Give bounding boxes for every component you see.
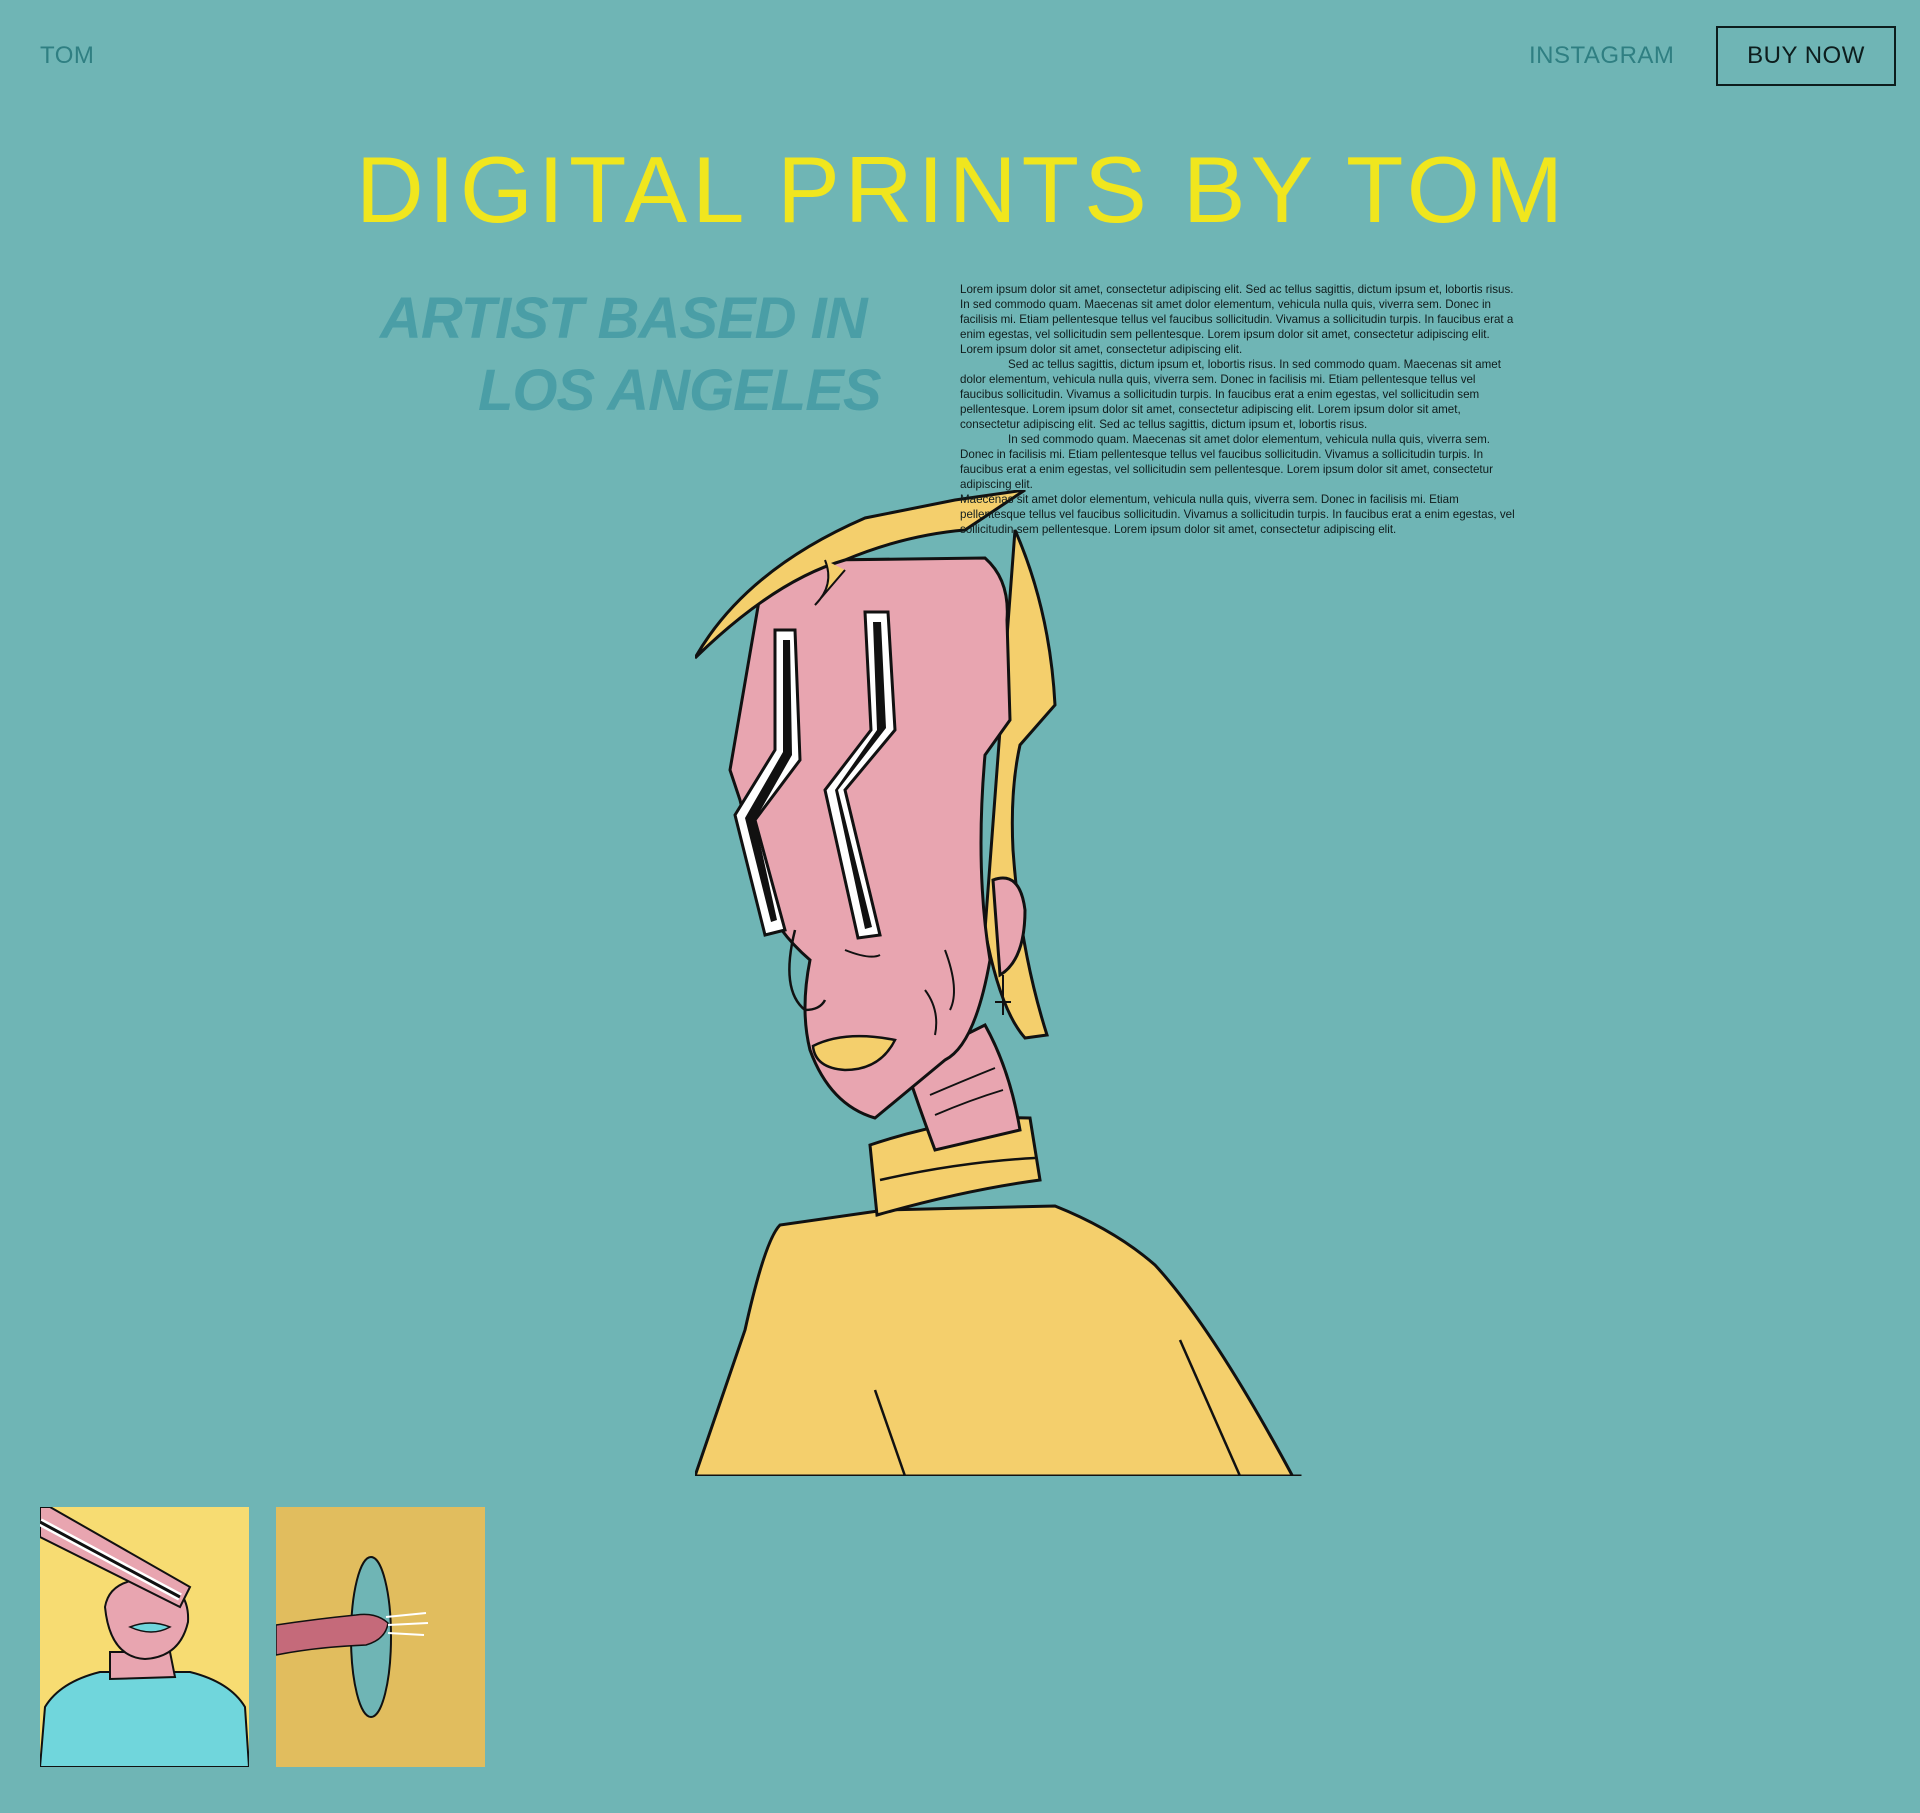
sweater (695, 1204, 1302, 1476)
tagline-line-2: LOS ANGELES (478, 358, 882, 423)
bio-paragraph-4: Maecenas sit amet dolor elementum, vehic… (960, 493, 1515, 536)
page-title: DIGITAL PRINTS BY TOM (355, 137, 1569, 242)
tagline-line-1: ARTIST BASED IN (380, 286, 868, 351)
buy-now-button[interactable]: BUY NOW (1716, 26, 1896, 86)
gallery-thumb-1[interactable] (40, 1507, 249, 1767)
bio-paragraph-1: Lorem ipsum dolor sit amet, consectetur … (960, 283, 1514, 356)
gallery-thumb-2[interactable] (276, 1507, 485, 1767)
thumb-2-illustration (276, 1556, 429, 1718)
bio-paragraph-2: Sed ac tellus sagittis, dictum ipsum et,… (960, 358, 1501, 431)
bio-paragraph-3: In sed commodo quam. Maecenas sit amet d… (960, 433, 1493, 491)
nav-instagram-link[interactable]: INSTAGRAM (1529, 42, 1674, 70)
hero-illustration (695, 490, 1302, 1476)
artist-bio: Lorem ipsum dolor sit amet, consectetur … (960, 282, 1515, 537)
thumb-1-illustration (40, 1507, 249, 1767)
nav-brand-tom[interactable]: TOM (40, 42, 94, 70)
